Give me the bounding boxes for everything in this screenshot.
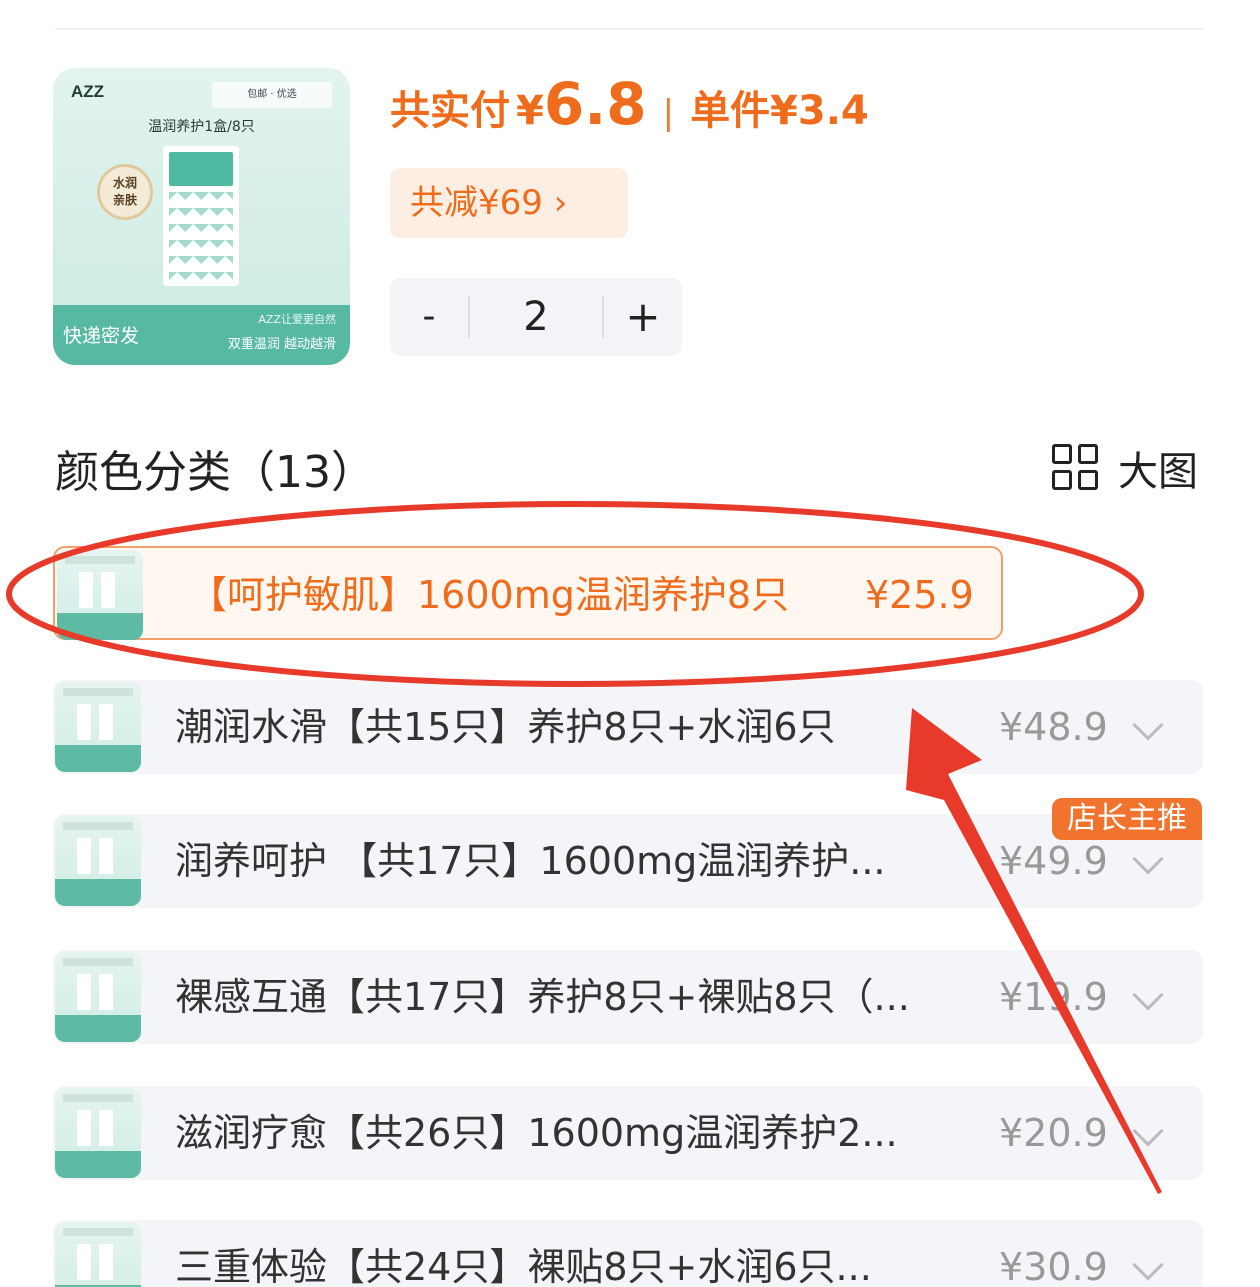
chevron-down-icon[interactable]: [1132, 1249, 1164, 1281]
price-separator: |: [662, 93, 675, 133]
product-seal: 水润 亲肤: [97, 164, 153, 220]
decrease-button[interactable]: -: [390, 278, 468, 356]
product-brand: AZZ: [71, 82, 105, 101]
product-badges: 包邮 · 优选: [212, 82, 332, 108]
variant-option-selected[interactable]: 【呵护敏肌】1600mg温润养护8只 ¥25.9: [53, 546, 1003, 640]
variant-thumbnail: [55, 682, 141, 772]
variant-price: ¥25.9: [865, 573, 974, 617]
chevron-down-icon[interactable]: [1132, 1115, 1164, 1147]
quantity-stepper: - 2 +: [390, 278, 682, 356]
variant-thumbnail: [55, 816, 141, 906]
product-seal-text: 水润 亲肤: [112, 176, 137, 207]
chevron-down-icon[interactable]: [1132, 979, 1164, 1011]
product-image[interactable]: AZZ 包邮 · 优选 温润养护1盒/8只 水润 亲肤 快递密发 AZZ让爱更自…: [53, 68, 350, 365]
chevron-down-icon[interactable]: [1132, 843, 1164, 875]
variant-price: ¥30.9: [999, 1245, 1108, 1287]
total-pay-value: 6.8: [543, 70, 647, 138]
variant-thumbnail: [55, 1088, 141, 1178]
price-line: 共实付 ¥ 6.8 | 单件¥3.4: [390, 70, 869, 146]
variant-label: 裸感互通【共17只】养护8只+裸贴8只（...: [175, 975, 910, 1019]
variant-thumbnail: [57, 550, 143, 640]
variant-price: ¥19.9: [999, 975, 1108, 1019]
product-footer-right-bottom: 双重温润 越动越滑: [227, 337, 336, 352]
chevron-down-icon[interactable]: [1132, 709, 1164, 741]
currency-symbol: ¥: [516, 88, 544, 134]
discount-button[interactable]: 共减¥69 ›: [390, 168, 628, 238]
quantity-value[interactable]: 2: [470, 278, 602, 356]
variant-label: 潮润水滑【共15只】养护8只+水润6只: [175, 705, 836, 749]
variant-option[interactable]: 滋润疗愈【共26只】1600mg温润养护2... ¥20.9: [53, 1086, 1203, 1180]
variant-option[interactable]: 润养呵护 【共17只】1600mg温润养护... ¥49.9: [53, 814, 1203, 908]
variant-price: ¥48.9: [999, 705, 1108, 749]
color-category-title: 颜色分类（13）: [55, 447, 375, 498]
variant-thumbnail: [55, 952, 141, 1042]
variant-label: 滋润疗愈【共26只】1600mg温润养护2...: [175, 1111, 898, 1155]
variant-label: 【呵护敏肌】1600mg温润养护8只: [189, 573, 790, 617]
store-recommend-badge: 店长主推: [1052, 798, 1202, 840]
product-image-footer: 快递密发 AZZ让爱更自然 双重温润 越动越滑: [53, 305, 350, 365]
variant-option[interactable]: 裸感互通【共17只】养护8只+裸贴8只（... ¥19.9: [53, 950, 1203, 1044]
big-view-toggle[interactable]: 大图: [1052, 440, 1198, 496]
increase-button[interactable]: +: [604, 278, 682, 356]
product-package: [163, 146, 239, 286]
variant-price: ¥20.9: [999, 1111, 1108, 1155]
product-footer-right-top: AZZ让爱更自然: [258, 313, 336, 326]
grid-icon: [1052, 444, 1100, 492]
variant-label: 三重体验【共24只】裸贴8只+水润6只...: [175, 1245, 872, 1287]
big-view-label: 大图: [1118, 449, 1198, 495]
top-divider: [55, 28, 1203, 30]
variant-thumbnail: [55, 1222, 141, 1287]
variant-option[interactable]: 潮润水滑【共15只】养护8只+水润6只 ¥48.9: [53, 680, 1203, 774]
unit-price: 单件¥3.4: [690, 88, 869, 134]
variant-option[interactable]: 三重体验【共24只】裸贴8只+水润6只... ¥30.9: [53, 1220, 1203, 1287]
total-pay-label: 共实付: [390, 88, 510, 134]
variant-label: 润养呵护 【共17只】1600mg温润养护...: [175, 839, 886, 883]
product-image-title: 温润养护1盒/8只: [148, 119, 255, 135]
product-footer-left: 快递密发: [63, 325, 140, 347]
